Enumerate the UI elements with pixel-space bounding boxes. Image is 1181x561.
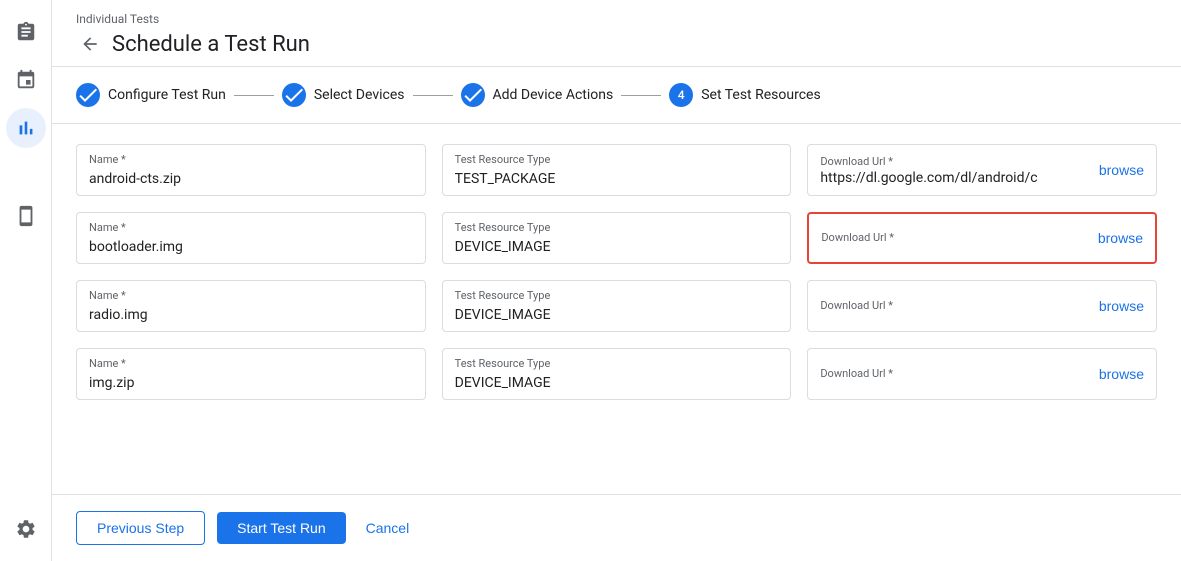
resource-2-browse-button[interactable]: browse: [1099, 298, 1144, 314]
cancel-button[interactable]: Cancel: [358, 512, 418, 544]
resource-0-name-field: Name * android-cts.zip: [76, 144, 426, 196]
resource-row-2: Name * radio.img Test Resource Type DEVI…: [76, 280, 1157, 332]
resource-0-url-field: Download Url * https://dl.google.com/dl/…: [807, 144, 1157, 196]
step-connector-1: [234, 95, 274, 96]
step-label-select-devices: Select Devices: [314, 87, 405, 103]
resource-0-type-value: TEST_PACKAGE: [455, 171, 556, 187]
back-button[interactable]: [76, 30, 104, 58]
resource-3-type-value: DEVICE_IMAGE: [455, 375, 551, 391]
previous-step-button[interactable]: Previous Step: [76, 511, 205, 545]
sidebar: [0, 0, 52, 561]
sidebar-icon-clipboard[interactable]: [6, 12, 46, 52]
resource-1-name-field: Name * bootloader.img: [76, 212, 426, 264]
resource-3-type-field: Test Resource Type DEVICE_IMAGE: [442, 348, 792, 400]
resource-2-type-field: Test Resource Type DEVICE_IMAGE: [442, 280, 792, 332]
resource-2-url-field: Download Url * browse: [807, 280, 1157, 332]
resource-0-type-label: Test Resource Type: [455, 153, 779, 166]
resource-1-type-value: DEVICE_IMAGE: [455, 239, 551, 255]
resource-3-type-label: Test Resource Type: [455, 357, 779, 370]
resource-0-name-label: Name *: [89, 153, 413, 166]
step-circle-add-actions: [461, 83, 485, 107]
breadcrumb: Individual Tests: [76, 12, 1157, 26]
header: Individual Tests Schedule a Test Run: [52, 0, 1181, 67]
step-circle-select-devices: [282, 83, 306, 107]
resource-1-name-value: bootloader.img: [89, 239, 183, 255]
footer: Previous Step Start Test Run Cancel: [52, 494, 1181, 561]
resource-1-type-field: Test Resource Type DEVICE_IMAGE: [442, 212, 792, 264]
resource-3-url-label: Download Url *: [820, 367, 1099, 380]
step-label-add-actions: Add Device Actions: [493, 87, 614, 103]
resource-0-name-value: android-cts.zip: [89, 171, 181, 187]
page-title-row: Schedule a Test Run: [76, 30, 1157, 58]
content-area: Name * android-cts.zip Test Resource Typ…: [52, 124, 1181, 494]
resource-row-3: Name * img.zip Test Resource Type DEVICE…: [76, 348, 1157, 400]
resource-row-0: Name * android-cts.zip Test Resource Typ…: [76, 144, 1157, 196]
resource-2-name-value: radio.img: [89, 307, 148, 323]
resource-row-1: Name * bootloader.img Test Resource Type…: [76, 212, 1157, 264]
sidebar-icon-chart[interactable]: [6, 108, 46, 148]
stepper: Configure Test Run Select Devices Add De…: [52, 67, 1181, 124]
resource-0-type-field: Test Resource Type TEST_PACKAGE: [442, 144, 792, 196]
step-add-actions: Add Device Actions: [461, 83, 614, 107]
step-circle-configure: [76, 83, 100, 107]
step-label-set-resources: Set Test Resources: [701, 87, 820, 103]
step-connector-3: [621, 95, 661, 96]
main-panel: Individual Tests Schedule a Test Run Con…: [52, 0, 1181, 561]
resource-2-type-value: DEVICE_IMAGE: [455, 307, 551, 323]
resource-2-name-label: Name *: [89, 289, 413, 302]
step-select-devices: Select Devices: [282, 83, 405, 107]
sidebar-icon-phone[interactable]: [6, 196, 46, 236]
resource-0-url-label: Download Url *: [820, 155, 1099, 168]
resource-3-name-value: img.zip: [89, 375, 134, 391]
resource-2-type-label: Test Resource Type: [455, 289, 779, 302]
sidebar-icon-gear[interactable]: [6, 509, 46, 549]
resource-1-url-label: Download Url *: [821, 231, 1098, 244]
resource-1-url-field: Download Url * browse: [807, 212, 1157, 264]
step-label-configure: Configure Test Run: [108, 87, 226, 103]
step-circle-set-resources: 4: [669, 83, 693, 107]
resource-3-name-label: Name *: [89, 357, 413, 370]
resource-3-name-field: Name * img.zip: [76, 348, 426, 400]
step-set-resources: 4 Set Test Resources: [669, 83, 820, 107]
resource-1-type-label: Test Resource Type: [455, 221, 779, 234]
resource-2-name-field: Name * radio.img: [76, 280, 426, 332]
step-connector-2: [413, 95, 453, 96]
resource-0-browse-button[interactable]: browse: [1099, 162, 1144, 178]
step-configure: Configure Test Run: [76, 83, 226, 107]
resource-1-name-label: Name *: [89, 221, 413, 234]
start-test-run-button[interactable]: Start Test Run: [217, 512, 345, 544]
sidebar-icon-calendar[interactable]: [6, 60, 46, 100]
page-title: Schedule a Test Run: [112, 32, 310, 57]
resource-3-browse-button[interactable]: browse: [1099, 366, 1144, 382]
resource-0-url-value: https://dl.google.com/dl/android/c: [820, 170, 1039, 186]
resource-1-browse-button[interactable]: browse: [1098, 230, 1143, 246]
resource-2-url-label: Download Url *: [820, 299, 1099, 312]
resource-3-url-field: Download Url * browse: [807, 348, 1157, 400]
